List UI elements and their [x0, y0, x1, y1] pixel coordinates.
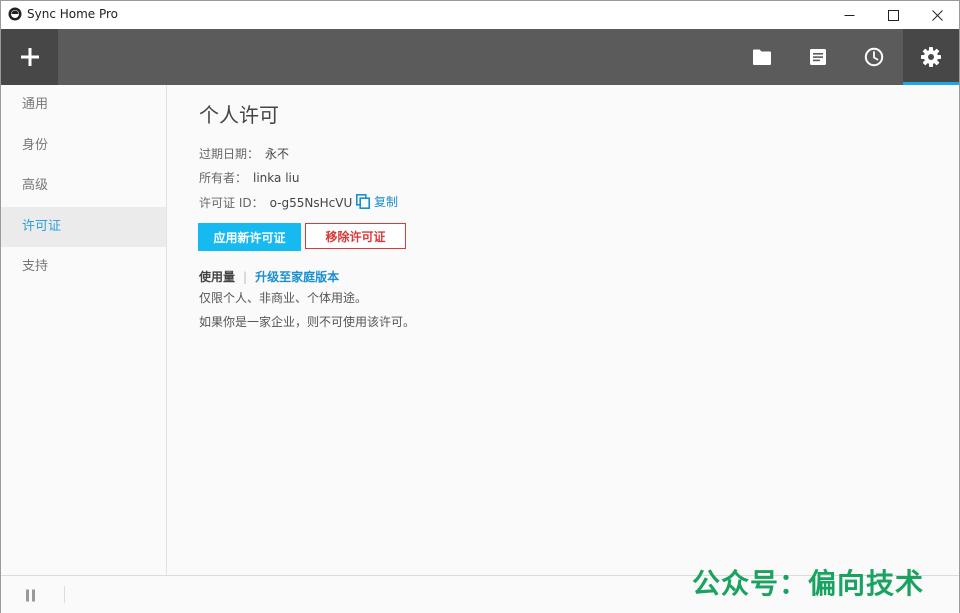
- folder-icon: [753, 49, 771, 65]
- copy-license-id-link[interactable]: 复制: [356, 193, 398, 210]
- gear-icon: [921, 47, 941, 67]
- apply-new-license-button[interactable]: 应用新许可证: [198, 223, 301, 251]
- sidebar-item-label: 许可证: [22, 219, 62, 234]
- sidebar-item-label: 支持: [22, 259, 49, 274]
- sidebar-item-label: 通用: [22, 97, 49, 112]
- license-id-value: o-g55NsHcVU: [269, 196, 353, 210]
- folders-button[interactable]: [734, 29, 790, 85]
- app-logo-icon: [8, 7, 22, 21]
- expiry-label: 过期日期：: [199, 147, 260, 161]
- window-title: Sync Home Pro: [27, 7, 119, 21]
- copy-icon: [356, 194, 370, 209]
- owner-row: 所有者： linka liu: [199, 169, 299, 186]
- usage-label: 使用量: [199, 270, 236, 284]
- sidebar-item-advanced[interactable]: 高级: [1, 166, 166, 206]
- settings-sidebar: 通用 身份 高级 许可证 支持: [1, 85, 167, 575]
- usage-description-line-2: 如果你是一家企业，则不可使用该许可。: [199, 315, 416, 329]
- plus-icon: [20, 48, 39, 66]
- close-button[interactable]: [915, 1, 959, 29]
- sidebar-item-license[interactable]: 许可证: [1, 207, 166, 247]
- settings-button[interactable]: [903, 29, 959, 85]
- history-log-button[interactable]: [790, 29, 846, 85]
- copy-label: 复制: [374, 195, 399, 209]
- close-icon: [931, 9, 943, 21]
- sidebar-item-label: 高级: [22, 178, 49, 193]
- license-panel: 个人许可 过期日期： 永不 所有者： linka liu 许可证 ID： o-g55N…: [167, 85, 959, 575]
- license-id-row: 许可证 ID： o-g55NsHcVU: [199, 194, 352, 211]
- title-bar: Sync Home Pro: [1, 1, 959, 29]
- separator: |: [243, 270, 248, 284]
- sidebar-item-label: 身份: [22, 138, 49, 153]
- page-title: 个人许可: [199, 103, 279, 127]
- sidebar-item-identity[interactable]: 身份: [1, 126, 166, 166]
- minimize-icon: [844, 14, 854, 16]
- expiry-row: 过期日期： 永不: [199, 145, 289, 162]
- clock-icon: [864, 47, 884, 67]
- upgrade-to-family-link[interactable]: 升级至家庭版本: [255, 270, 339, 284]
- divider: [64, 586, 65, 603]
- document-icon: [810, 49, 826, 65]
- maximize-button[interactable]: [871, 1, 915, 29]
- toolbar: [1, 29, 959, 85]
- maximize-icon: [887, 9, 899, 21]
- owner-label: 所有者：: [199, 171, 248, 185]
- pause-sync-button[interactable]: [21, 587, 41, 603]
- sidebar-item-support[interactable]: 支持: [1, 247, 166, 287]
- usage-description-line-1: 仅限个人、非商业、个体用途。: [199, 291, 368, 305]
- history-button[interactable]: [846, 29, 902, 85]
- minimize-button[interactable]: [827, 1, 871, 29]
- app-window: Sync Home Pro 通用 身份 高级 许可证 支持 个人许可 过期日期：…: [0, 0, 960, 613]
- watermark-text: 公众号：偏向技术: [692, 567, 925, 600]
- usage-row: 使用量 | 升级至家庭版本: [199, 268, 339, 285]
- add-folder-button[interactable]: [1, 29, 58, 85]
- remove-license-button[interactable]: 移除许可证: [305, 223, 406, 249]
- pause-icon: [26, 589, 35, 601]
- owner-value: linka liu: [253, 171, 300, 185]
- license-id-label: 许可证 ID：: [199, 196, 264, 210]
- expiry-value: 永不: [265, 147, 290, 161]
- sidebar-item-general[interactable]: 通用: [1, 85, 166, 125]
